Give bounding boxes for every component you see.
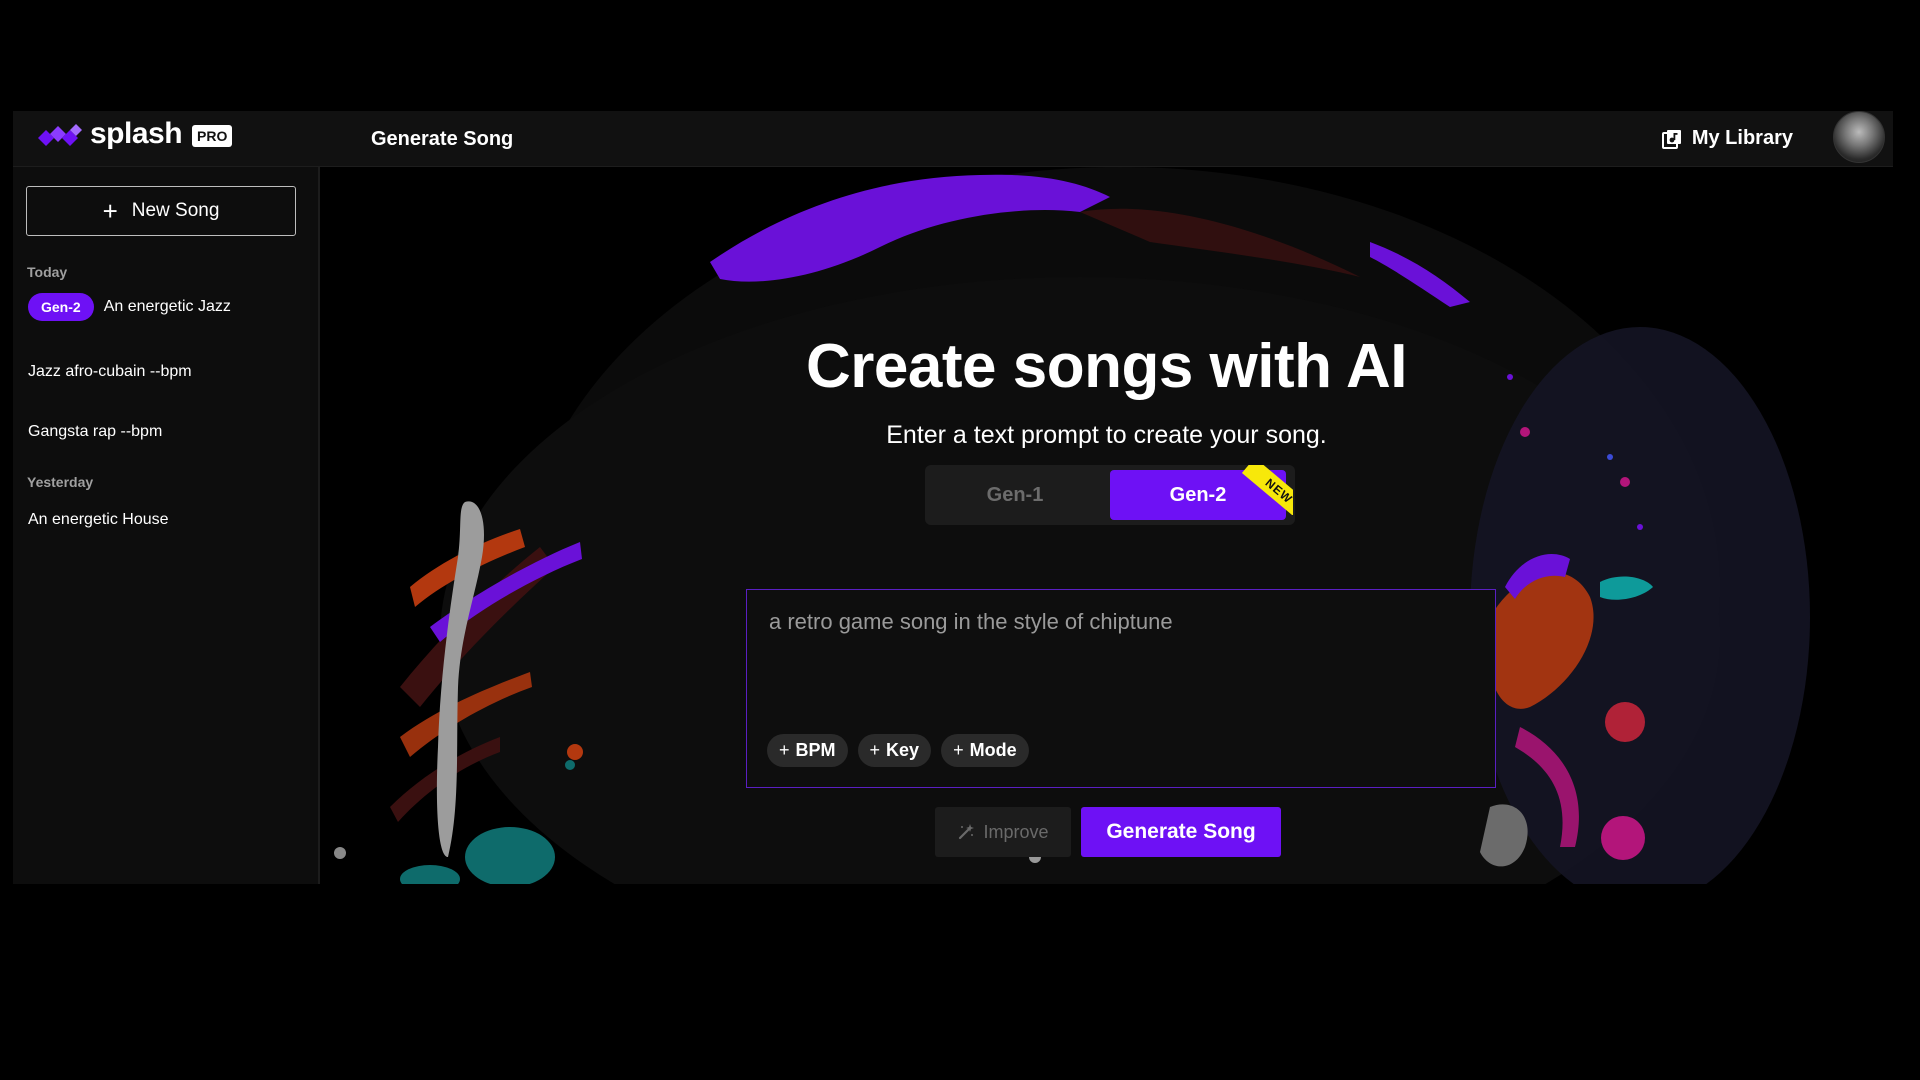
magic-wand-icon [959, 824, 975, 840]
song-item-label: Jazz afro-cubain --bpm [28, 363, 192, 380]
gen-1-option[interactable]: Gen-1 [927, 470, 1103, 520]
plus-icon: + [779, 740, 790, 760]
splash-logo-icon [38, 124, 82, 146]
group-label-today: Today [27, 264, 68, 280]
library-music-icon [1661, 129, 1681, 149]
nav-generate-song[interactable]: Generate Song [371, 128, 513, 151]
generate-song-button[interactable]: Generate Song [1081, 807, 1281, 857]
group-label-yesterday: Yesterday [27, 474, 94, 490]
hero-title: Create songs with AI [806, 332, 1407, 401]
splash-logo[interactable]: splash PRO [36, 117, 233, 151]
gen-badge: Gen-2 [28, 293, 94, 321]
app-window: splash PRO Generate Song My Library + Ne… [13, 111, 1893, 884]
prompt-input[interactable] [767, 608, 1471, 636]
bpm-chip[interactable]: + BPM [767, 734, 848, 767]
generation-toggle: Gen-1 Gen-2 NEW [925, 465, 1295, 525]
key-chip[interactable]: + Key [857, 734, 932, 767]
plus-icon: + [953, 740, 964, 760]
top-nav-bar: splash PRO Generate Song My Library [13, 111, 1893, 167]
logo-text: splash [90, 117, 183, 150]
song-item-label: An energetic House [28, 511, 169, 528]
improve-label: Improve [983, 821, 1049, 842]
hero-subtitle: Enter a text prompt to create your song. [886, 421, 1327, 449]
chip-label: Mode [969, 740, 1017, 760]
mode-chip[interactable]: + Mode [941, 734, 1029, 767]
new-song-button[interactable]: + New Song [26, 186, 296, 236]
my-library-label: My Library [1691, 127, 1793, 149]
new-song-label: New Song [131, 200, 220, 221]
parameter-chip-row: + BPM + Key + Mode [767, 734, 1029, 767]
main-content: Create songs with AI Enter a text prompt… [320, 167, 1893, 884]
chip-label: BPM [795, 740, 836, 760]
gen-2-label: Gen-2 [1169, 483, 1227, 506]
new-ribbon-label: NEW [1241, 465, 1293, 515]
sidebar: + New Song Today Gen-2 An energetic Jazz… [13, 167, 320, 884]
song-item-label: Gangsta rap --bpm [28, 423, 163, 440]
improve-button[interactable]: Improve [935, 807, 1071, 857]
song-item[interactable]: Jazz afro-cubain --bpm [28, 363, 192, 381]
song-item[interactable]: Gen-2 An energetic Jazz [28, 293, 231, 321]
new-ribbon: NEW [1233, 465, 1293, 515]
plus-icon: + [102, 196, 118, 226]
prompt-box: + BPM + Key + Mode [746, 589, 1496, 788]
user-avatar[interactable] [1833, 111, 1885, 163]
pro-badge: PRO [192, 124, 233, 147]
chip-label: Key [886, 740, 920, 760]
song-item[interactable]: Gangsta rap --bpm [28, 423, 162, 441]
my-library-link[interactable]: My Library [1661, 127, 1793, 150]
song-item-label: An energetic Jazz [103, 298, 231, 315]
plus-icon: + [869, 740, 881, 760]
song-item[interactable]: An energetic House [28, 511, 169, 529]
